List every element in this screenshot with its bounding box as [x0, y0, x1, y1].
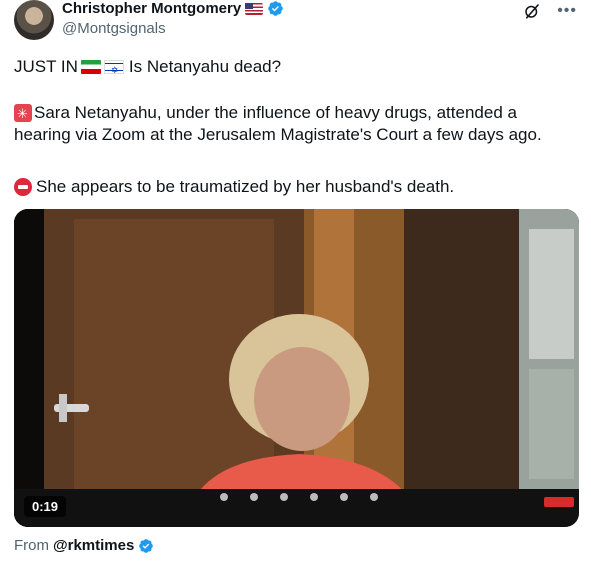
- tweet-line-3: hearing via Zoom at the Jerusalem Magist…: [14, 125, 542, 144]
- tweet-line-4-text: She appears to be traumatized by her hus…: [36, 177, 455, 196]
- tweet-line-4: She appears to be traumatized by her hus…: [14, 176, 454, 198]
- tweet-line-1-suffix: Is Netanyahu dead?: [128, 57, 282, 76]
- verified-badge-icon: [268, 1, 283, 16]
- tweet-line-2: Sara Netanyahu, under the influence of h…: [14, 102, 517, 126]
- tweet-actions-top: •••: [523, 2, 577, 20]
- tweet-line-1: JUST IN Is Netanyahu dead?: [14, 56, 282, 82]
- author-handle[interactable]: @Montgsignals: [62, 20, 166, 37]
- source-attribution: From @rkmtimes: [14, 537, 154, 554]
- siren-icon: [14, 104, 32, 126]
- video-player[interactable]: 0:19: [14, 209, 579, 527]
- author-name-row: Christopher Montgomery: [62, 0, 284, 17]
- author-name[interactable]: Christopher Montgomery: [62, 0, 241, 17]
- flag-israel-icon: [103, 60, 124, 82]
- source-prefix: From: [14, 537, 49, 554]
- video-duration: 0:19: [24, 496, 67, 517]
- verified-badge-icon: [139, 538, 154, 553]
- video-frame: [14, 209, 579, 527]
- tweet-line-2-text: Sara Netanyahu, under the influence of h…: [34, 103, 517, 122]
- tweet-line-1-prefix: JUST IN: [14, 57, 78, 76]
- flag-us-icon: [245, 2, 264, 15]
- source-handle[interactable]: @rkmtimes: [53, 537, 134, 554]
- more-icon[interactable]: •••: [557, 3, 577, 19]
- flag-iran-icon: [80, 60, 101, 74]
- grok-icon[interactable]: [523, 2, 541, 20]
- author-avatar[interactable]: [14, 0, 54, 40]
- no-entry-icon: [14, 178, 32, 196]
